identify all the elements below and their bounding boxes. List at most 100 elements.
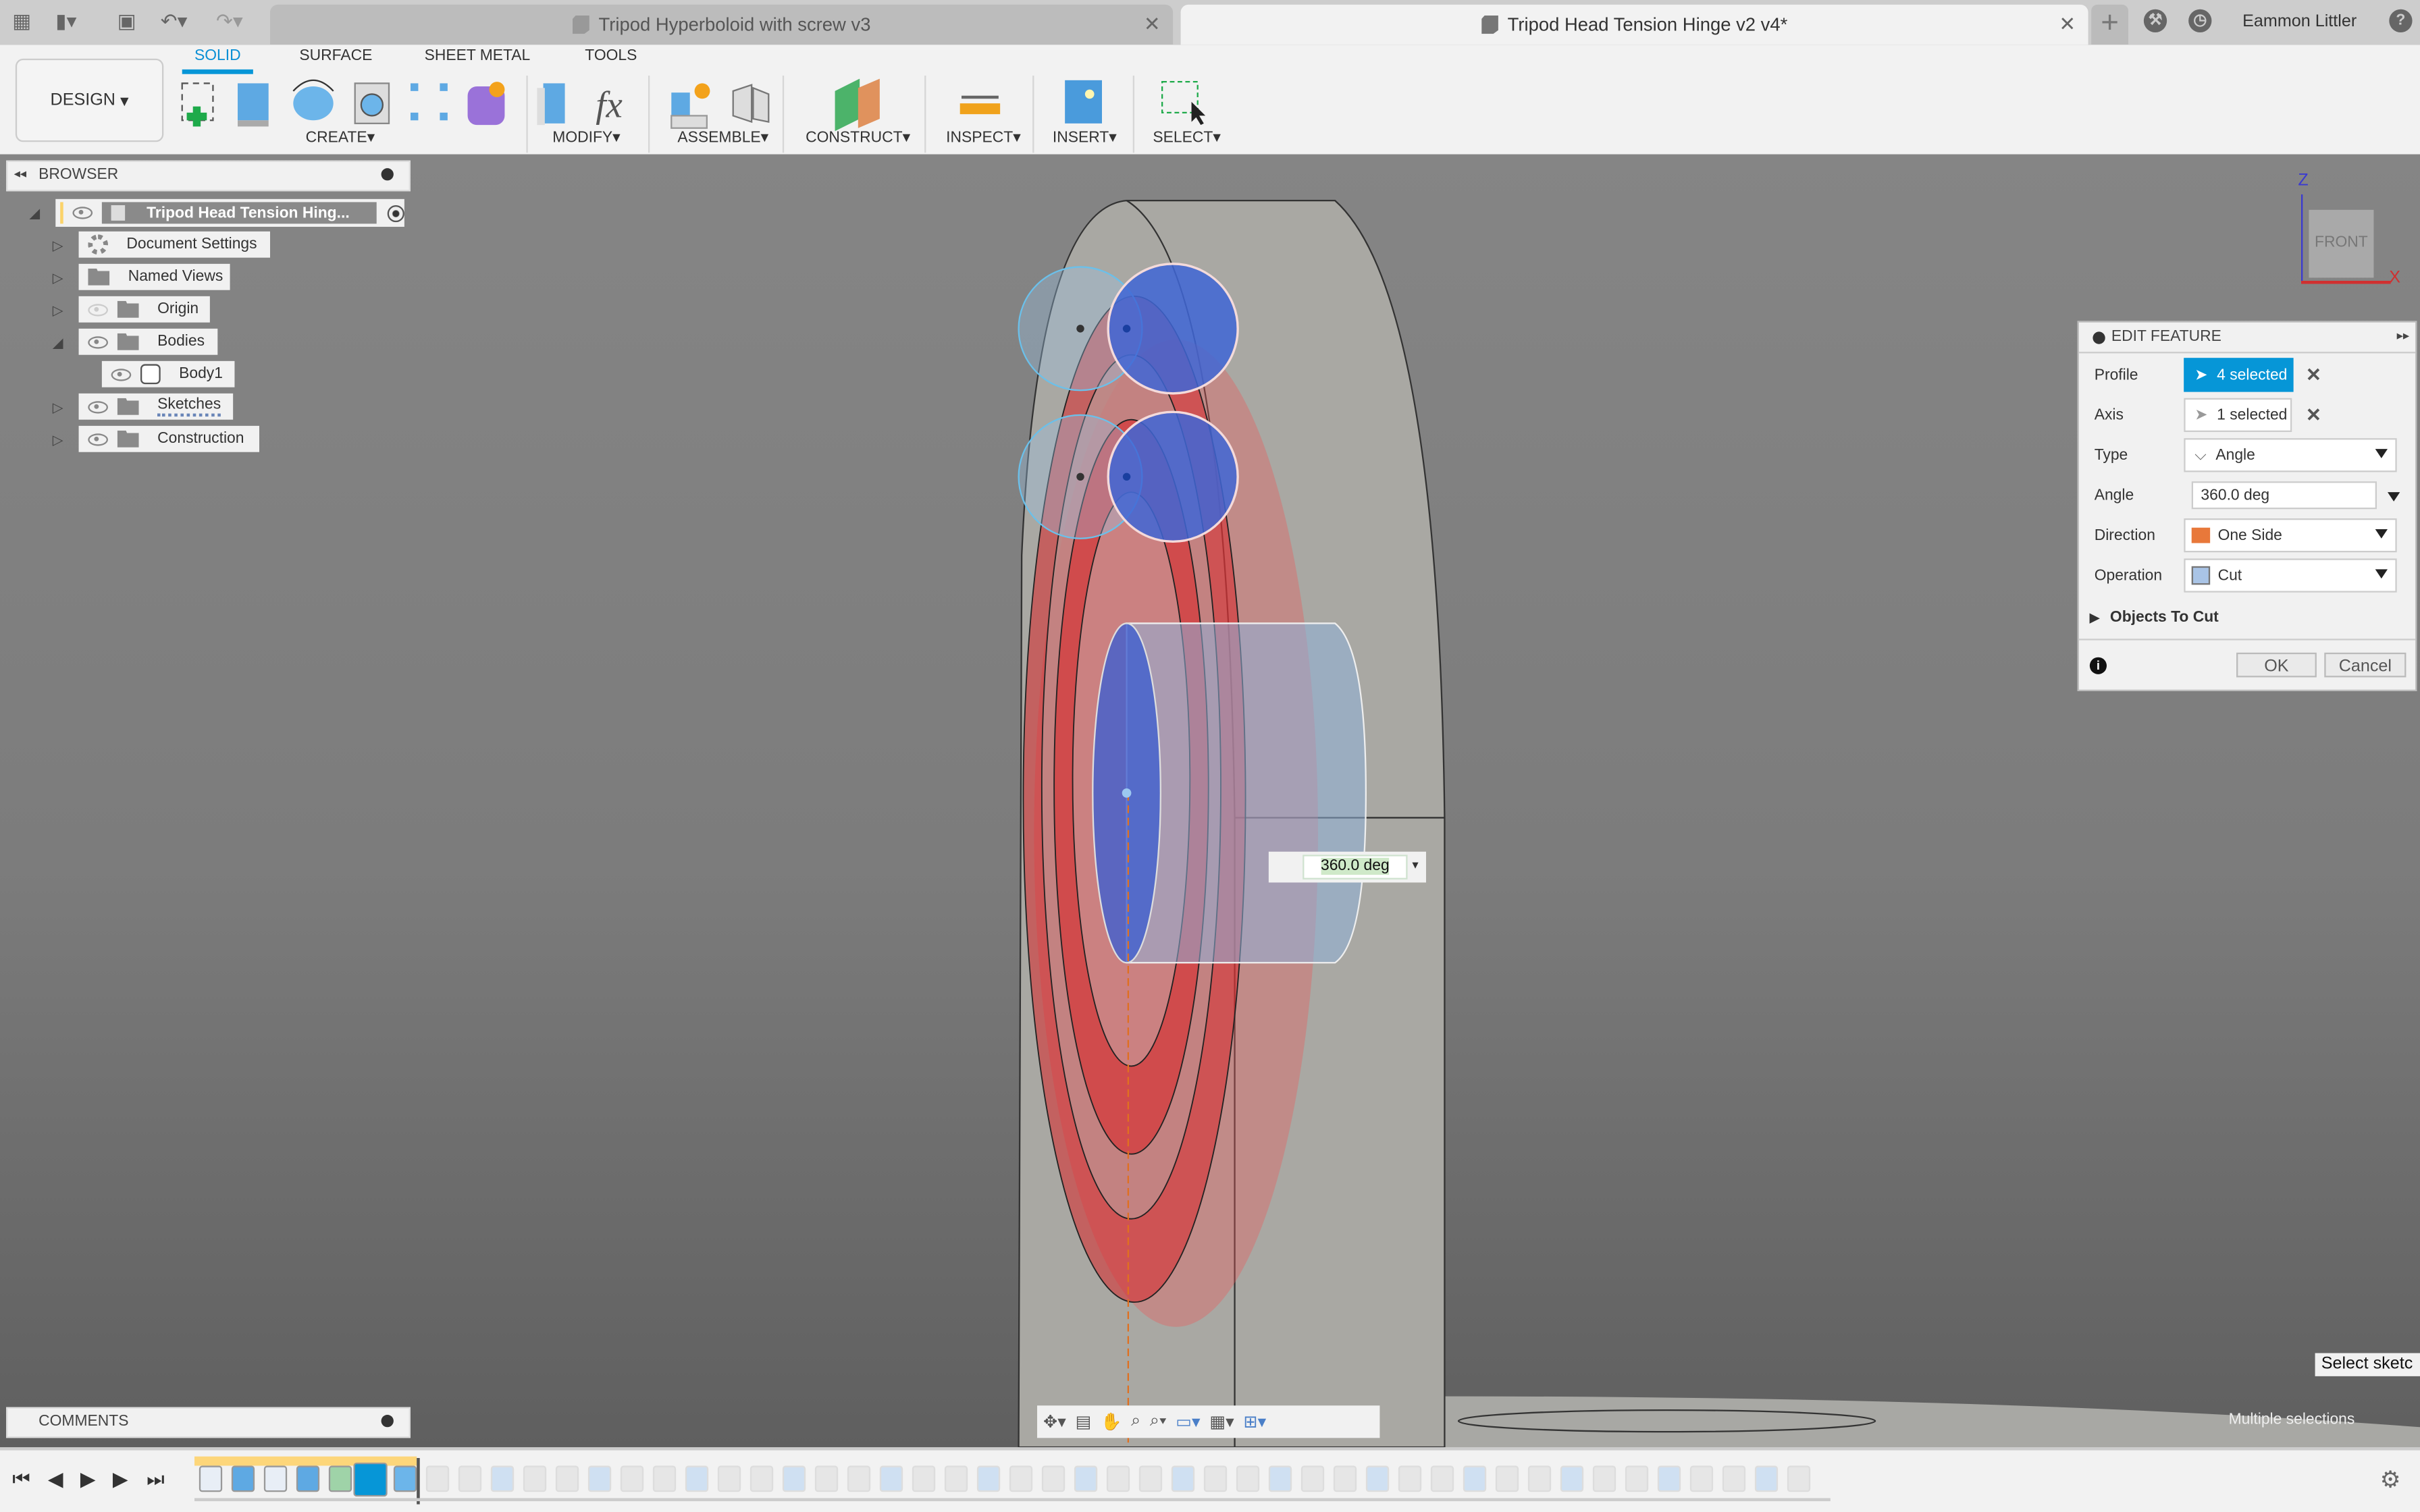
timeline-feature-icon[interactable] [231, 1465, 255, 1492]
timeline-feature-icon[interactable] [685, 1465, 709, 1492]
timeline-feature-icon[interactable] [717, 1465, 741, 1492]
timeline-feature-icon[interactable] [353, 1462, 388, 1497]
timeline-feature-icon[interactable] [393, 1465, 417, 1492]
expand-dialog-icon[interactable]: ▸▸ [2397, 329, 2409, 343]
go-to-end-icon[interactable]: ⏭ [147, 1467, 165, 1492]
browser-item-bodies[interactable]: Bodies [78, 328, 218, 355]
timeline-feature-icon[interactable] [425, 1465, 450, 1492]
direction-dropdown[interactable]: One Side [2184, 518, 2397, 553]
step-back-icon[interactable]: ◀ [48, 1467, 63, 1492]
timeline-feature-icon[interactable] [1074, 1465, 1098, 1492]
timeline-feature-icon[interactable] [1787, 1465, 1811, 1492]
timeline-feature-icon[interactable] [328, 1465, 352, 1492]
ok-button[interactable]: OK [2236, 652, 2317, 678]
timeline-feature-icon[interactable] [1398, 1465, 1422, 1492]
timeline-feature-icon[interactable] [1463, 1465, 1487, 1492]
timeline-feature-icon[interactable] [1495, 1465, 1519, 1492]
browser-item-document-settings[interactable]: Document Settings [78, 231, 270, 258]
display-settings-icon[interactable]: ▭▾ [1176, 1411, 1200, 1432]
minimize-icon[interactable] [2093, 331, 2105, 344]
timeline-feature-icon[interactable] [1657, 1465, 1681, 1492]
timeline-feature-icon[interactable] [458, 1465, 482, 1492]
timeline-feature-icon[interactable] [1203, 1465, 1228, 1492]
visibility-eye-icon[interactable] [88, 433, 108, 446]
timeline-feature-icon[interactable] [1625, 1465, 1649, 1492]
timeline-feature-icon[interactable] [587, 1465, 612, 1492]
expand-comments-icon[interactable] [381, 1414, 394, 1428]
dialog-header[interactable]: EDIT FEATURE ▸▸ [2078, 323, 2416, 354]
objects-to-cut-section[interactable]: ▶ Objects To Cut [2090, 610, 2219, 626]
timeline-feature-icon[interactable] [1560, 1465, 1584, 1492]
operation-dropdown[interactable]: Cut [2184, 558, 2397, 593]
timeline-feature-icon[interactable] [1527, 1465, 1552, 1492]
expand-triangle-icon[interactable]: ▷ [53, 238, 63, 254]
timeline-feature-icon[interactable] [782, 1465, 806, 1492]
clear-axis-icon[interactable]: ✕ [2306, 404, 2321, 426]
timeline-feature-icon[interactable] [1300, 1465, 1325, 1492]
axis-selector[interactable]: ➤ 1 selected [2184, 398, 2292, 432]
timeline-marker[interactable] [417, 1457, 420, 1505]
timeline-feature-icon[interactable] [1009, 1465, 1033, 1492]
timeline-feature-icon[interactable] [1333, 1465, 1357, 1492]
timeline-feature-icon[interactable] [847, 1465, 871, 1492]
angle-dropdown-icon[interactable] [2387, 492, 2400, 502]
3d-viewport[interactable]: 360.0 deg ▾ Z FRONT X Select sketc Multi… [0, 154, 2420, 1447]
type-dropdown[interactable]: ⌵ Angle [2184, 438, 2397, 473]
timeline-feature-icon[interactable] [1754, 1465, 1779, 1492]
cancel-button[interactable]: Cancel [2324, 652, 2406, 678]
timeline-feature-icon[interactable] [912, 1465, 936, 1492]
chevron-down-icon[interactable]: ▾ [1412, 858, 1418, 872]
expand-triangle-icon[interactable]: ▷ [53, 400, 63, 416]
timeline-feature-icon[interactable] [296, 1465, 320, 1492]
visibility-eye-icon[interactable] [88, 335, 108, 348]
browser-item-construction[interactable]: Construction [78, 425, 259, 452]
collapse-panel-icon[interactable]: ◂◂ [14, 167, 26, 181]
viewcube-front-face[interactable]: FRONT [2309, 209, 2374, 278]
timeline-feature-icon[interactable] [555, 1465, 579, 1492]
expand-triangle-icon[interactable]: ▷ [53, 270, 63, 287]
step-forward-icon[interactable]: ▶ [113, 1467, 128, 1492]
timeline-feature-icon[interactable] [976, 1465, 1001, 1492]
timeline-feature-icon[interactable] [749, 1465, 774, 1492]
timeline-feature-icon[interactable] [1365, 1465, 1390, 1492]
collapse-triangle-icon[interactable]: ◢ [29, 205, 40, 222]
collapse-triangle-icon[interactable]: ◢ [53, 335, 63, 352]
angle-input[interactable]: 360.0 deg [2191, 481, 2377, 510]
timeline-feature-icon[interactable] [652, 1465, 677, 1492]
timeline-feature-icon[interactable] [620, 1465, 644, 1492]
grid-settings-icon[interactable]: ▦▾ [1209, 1411, 1234, 1432]
visibility-eye-icon[interactable] [88, 400, 108, 413]
timeline-feature-icon[interactable] [1106, 1465, 1130, 1492]
timeline-feature-icon[interactable] [1430, 1465, 1454, 1492]
info-icon[interactable]: i [2089, 657, 2107, 674]
pan-hand-icon[interactable]: ✋ [1101, 1411, 1122, 1432]
angle-input-field[interactable]: 360.0 deg [1303, 855, 1408, 880]
timeline-feature-icon[interactable] [814, 1465, 839, 1492]
hidden-eye-icon[interactable] [88, 303, 108, 316]
timeline-feature-icon[interactable] [199, 1465, 223, 1492]
comments-panel-header[interactable]: COMMENTS [6, 1407, 411, 1438]
timeline-settings-gear-icon[interactable]: ⚙ [2380, 1465, 2401, 1494]
timeline-feature-icon[interactable] [1236, 1465, 1260, 1492]
expand-triangle-icon[interactable]: ▷ [53, 432, 63, 449]
timeline-feature-icon[interactable] [1041, 1465, 1066, 1492]
zoom-icon[interactable]: ⌕ [1131, 1411, 1140, 1432]
timeline-feature-icon[interactable] [1689, 1465, 1714, 1492]
timeline-feature-icon[interactable] [1138, 1465, 1163, 1492]
timeline-feature-icon[interactable] [490, 1465, 515, 1492]
browser-item-sketches[interactable]: Sketches [78, 393, 234, 420]
timeline-feature-icon[interactable] [944, 1465, 968, 1492]
timeline-feature-icon[interactable] [879, 1465, 903, 1492]
browser-item-named-views[interactable]: Named Views [78, 263, 230, 290]
viewports-icon[interactable]: ⊞▾ [1243, 1411, 1266, 1432]
clear-profile-icon[interactable]: ✕ [2306, 364, 2321, 385]
orbit-icon[interactable]: ✥▾ [1043, 1411, 1066, 1432]
browser-item-body1[interactable]: Body1 [101, 360, 235, 387]
expand-triangle-icon[interactable]: ▷ [53, 302, 63, 319]
viewcube[interactable]: Z FRONT X [2296, 169, 2404, 293]
play-icon[interactable]: ▶ [80, 1467, 96, 1492]
visibility-eye-icon[interactable] [111, 368, 132, 381]
browser-item-origin[interactable]: Origin [78, 296, 210, 323]
timeline-feature-icon[interactable] [1592, 1465, 1616, 1492]
look-at-icon[interactable]: ▤ [1076, 1411, 1092, 1432]
